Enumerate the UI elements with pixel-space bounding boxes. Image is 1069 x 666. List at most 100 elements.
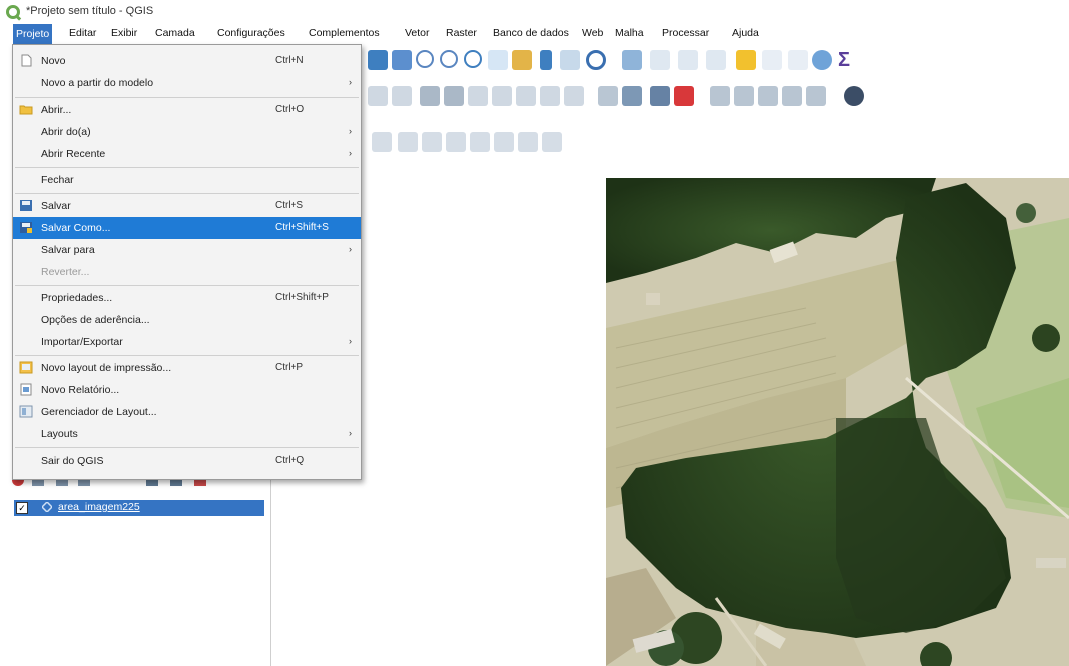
menu-camada[interactable]: Camada	[155, 27, 195, 39]
save-as-icon	[20, 222, 32, 233]
toolbox-icon[interactable]	[762, 50, 782, 70]
menu-vetor[interactable]: Vetor	[405, 27, 430, 39]
svg-annotation-icon[interactable]	[542, 132, 562, 152]
submenu-arrow-icon: ›	[349, 77, 352, 87]
menu-item-layouts[interactable]: Layouts ›	[13, 423, 361, 445]
menu-separator	[15, 447, 359, 448]
menu-item-fechar[interactable]: Fechar	[13, 169, 361, 191]
zoom-to-layer-icon[interactable]	[512, 50, 532, 70]
menu-exibir[interactable]: Exibir	[111, 27, 137, 39]
menu-item-opcoes-de-aderencia[interactable]: Opções de aderência...	[13, 309, 361, 331]
toolbar-row-3	[360, 132, 680, 162]
menu-ajuda[interactable]: Ajuda	[732, 27, 759, 39]
menu-item-novo-relatorio[interactable]: Novo Relatório...	[13, 379, 361, 401]
menu-item-novo-layout-de-impressao[interactable]: Novo layout de impressão... Ctrl+P	[13, 357, 361, 379]
redo-icon[interactable]	[564, 86, 584, 106]
measure-angle-icon[interactable]	[446, 132, 466, 152]
measure-line-icon[interactable]	[398, 132, 418, 152]
select-icon[interactable]	[650, 50, 670, 70]
menu-item-novo-a-partir-do-modelo[interactable]: Novo a partir do modelo ›	[13, 72, 361, 94]
identify-icon[interactable]	[622, 50, 642, 70]
submenu-arrow-icon: ›	[349, 428, 352, 438]
rotate-label-icon[interactable]	[734, 86, 754, 106]
label-diagram-icon[interactable]	[674, 86, 694, 106]
pin-diagram-icon[interactable]	[806, 86, 826, 106]
new-file-icon	[21, 54, 32, 67]
menu-editar[interactable]: Editar	[69, 27, 96, 39]
folder-open-icon	[19, 105, 33, 115]
map-canvas-raster[interactable]	[606, 178, 1069, 666]
menu-item-gerenciador-de-layout[interactable]: Gerenciador de Layout...	[13, 401, 361, 423]
save-icon	[20, 200, 32, 211]
menu-item-importar-exportar[interactable]: Importar/Exportar ›	[13, 331, 361, 353]
submenu-arrow-icon: ›	[349, 336, 352, 346]
undo-icon[interactable]	[540, 86, 560, 106]
vertex-tool-icon[interactable]	[392, 86, 412, 106]
add-feature-icon[interactable]	[420, 86, 440, 106]
menu-item-novo[interactable]: Novo Ctrl+N	[13, 50, 361, 72]
move-feature-icon[interactable]	[444, 86, 464, 106]
refresh-icon[interactable]	[586, 50, 606, 70]
layer-visibility-checkbox[interactable]: ✓	[16, 502, 28, 514]
highlight-label-icon[interactable]	[650, 86, 670, 106]
menu-item-propriedades[interactable]: Propriedades... Ctrl+Shift+P	[13, 287, 361, 309]
pan-map-icon[interactable]	[368, 50, 388, 70]
menu-projeto[interactable]: Projeto	[13, 24, 53, 44]
menu-separator	[15, 97, 359, 98]
menu-processar[interactable]: Processar	[662, 27, 709, 39]
menu-item-sair-do-qgis[interactable]: Sair do QGIS Ctrl+Q	[13, 450, 361, 472]
html-annotation-icon[interactable]	[518, 132, 538, 152]
zoom-last-icon[interactable]	[540, 50, 552, 70]
digitize-icon[interactable]	[368, 86, 388, 106]
open-attribute-table-icon[interactable]	[736, 50, 756, 70]
change-label-icon[interactable]	[758, 86, 778, 106]
form-annotation-icon[interactable]	[494, 132, 514, 152]
menu-item-abrir[interactable]: Abrir... Ctrl+O	[13, 99, 361, 121]
select-by-value-icon[interactable]	[678, 50, 698, 70]
menu-raster[interactable]: Raster	[446, 27, 477, 39]
zoom-out-icon[interactable]	[440, 50, 458, 68]
settings-gear-icon[interactable]	[812, 50, 832, 70]
layout-manager-icon	[19, 405, 33, 418]
toolbar-row-2	[360, 86, 1069, 116]
globe-icon[interactable]	[844, 86, 864, 106]
projeto-dropdown-menu: Novo Ctrl+N Novo a partir do modelo › Ab…	[12, 44, 362, 480]
zoom-in-icon[interactable]	[416, 50, 434, 68]
menu-item-salvar-como[interactable]: Salvar Como... Ctrl+Shift+S	[13, 217, 361, 239]
raster-layer-icon	[42, 502, 52, 512]
pin-label-icon[interactable]	[622, 86, 642, 106]
menu-configuracoes[interactable]: Configurações	[217, 27, 285, 39]
pan-to-selection-icon[interactable]	[392, 50, 412, 70]
menu-item-reverter[interactable]: Reverter...	[13, 261, 361, 283]
menu-complementos[interactable]: Complementos	[309, 27, 380, 39]
submenu-arrow-icon: ›	[349, 148, 352, 158]
sum-icon[interactable]: Σ	[838, 50, 858, 70]
zoom-full-icon[interactable]	[464, 50, 482, 68]
text-annotation-icon[interactable]	[470, 132, 490, 152]
statistics-panel-icon[interactable]	[788, 50, 808, 70]
show-hide-label-icon[interactable]	[782, 86, 802, 106]
menu-item-salvar[interactable]: Salvar Ctrl+S	[13, 195, 361, 217]
new-report-icon	[20, 383, 32, 396]
copy-features-icon[interactable]	[516, 86, 536, 106]
menu-separator	[15, 355, 359, 356]
menu-item-abrir-do-a[interactable]: Abrir do(a) ›	[13, 121, 361, 143]
qgis-logo-icon	[6, 5, 20, 19]
label-tool-icon[interactable]	[598, 86, 618, 106]
deselect-icon[interactable]	[706, 50, 726, 70]
delete-selected-icon[interactable]	[468, 86, 488, 106]
zoom-next-icon[interactable]	[560, 50, 580, 70]
menu-banco-de-dados[interactable]: Banco de dados	[493, 27, 569, 39]
cut-features-icon[interactable]	[492, 86, 512, 106]
menu-web[interactable]: Web	[582, 27, 603, 39]
toolbar-row-1: Σ	[360, 50, 1069, 80]
zoom-to-selection-icon[interactable]	[488, 50, 508, 70]
measure-area-icon[interactable]	[422, 132, 442, 152]
layer-name[interactable]: area_imagem225	[58, 501, 140, 513]
annotation-icon[interactable]	[372, 132, 392, 152]
aerial-image	[606, 178, 1069, 666]
move-label-icon[interactable]	[710, 86, 730, 106]
menu-item-salvar-para[interactable]: Salvar para ›	[13, 239, 361, 261]
menu-item-abrir-recente[interactable]: Abrir Recente ›	[13, 143, 361, 165]
menu-malha[interactable]: Malha	[615, 27, 644, 39]
